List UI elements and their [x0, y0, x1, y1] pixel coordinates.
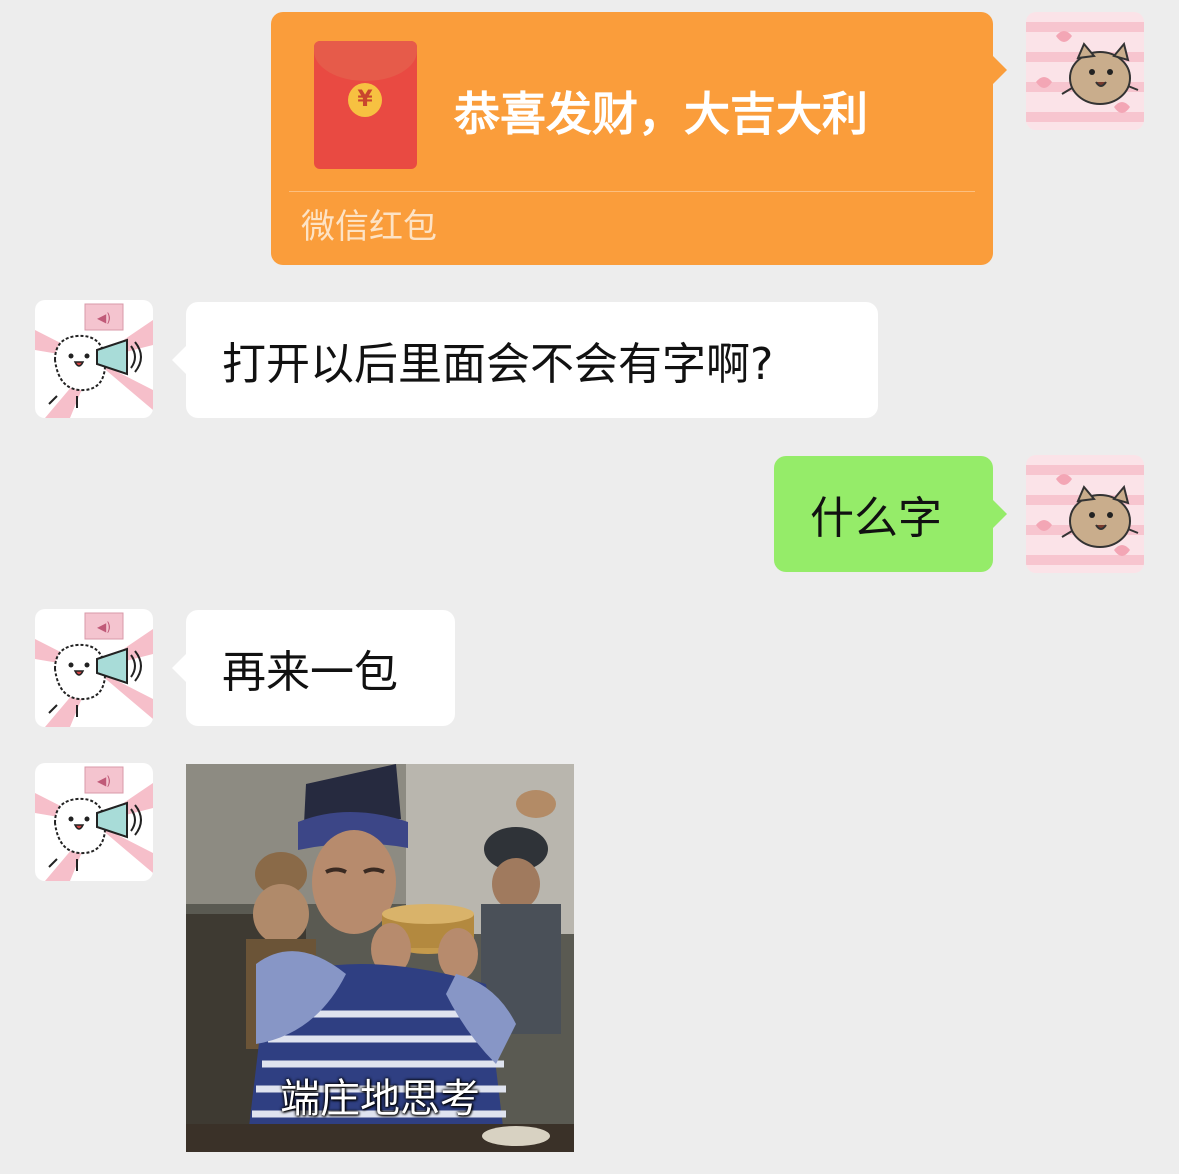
contact-avatar[interactable] [35, 763, 153, 881]
incoming-message-bubble[interactable]: 打开以后里面会不会有字啊? [172, 302, 878, 418]
incoming-message-bubble[interactable]: 再来一包 [172, 610, 455, 726]
dog-megaphone-icon [35, 763, 153, 881]
dog-megaphone-icon [35, 300, 153, 418]
red-packet-card[interactable]: ¥ 恭喜发财，大吉大利 微信红包 [271, 12, 1007, 265]
message-text: 再来一包 [222, 647, 398, 698]
red-envelope-icon: ¥ [314, 41, 417, 169]
message-text: 什么字 [810, 493, 942, 544]
outgoing-message-bubble[interactable]: 什么字 [774, 456, 1007, 572]
cat-icon [1026, 12, 1144, 130]
red-packet-divider [289, 191, 975, 192]
self-avatar[interactable] [1026, 12, 1144, 130]
dog-megaphone-icon [35, 609, 153, 727]
meme-sticker[interactable]: 端庄地思考 [186, 764, 574, 1152]
red-packet-label: 微信红包 [301, 207, 437, 247]
contact-avatar[interactable] [35, 609, 153, 727]
contact-avatar[interactable] [35, 300, 153, 418]
cat-icon [1026, 455, 1144, 573]
self-avatar[interactable] [1026, 455, 1144, 573]
message-text: 打开以后里面会不会有字啊? [222, 339, 774, 390]
meme-caption: 端庄地思考 [280, 1076, 480, 1122]
yuan-coin-icon: ¥ [348, 83, 382, 117]
red-packet-title: 恭喜发财，大吉大利 [454, 87, 868, 141]
